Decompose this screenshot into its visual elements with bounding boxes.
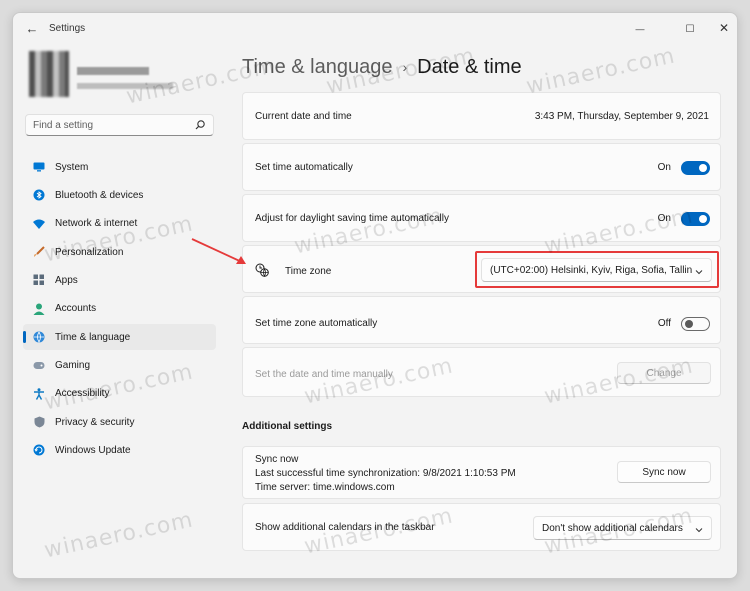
sync-now-title: Sync now bbox=[255, 454, 299, 465]
brush-icon bbox=[33, 246, 45, 258]
maximize-icon: ☐ bbox=[685, 24, 695, 35]
monitor-icon bbox=[33, 161, 45, 173]
set-time-automatically-state: On bbox=[657, 162, 671, 173]
back-button[interactable]: ← bbox=[23, 21, 41, 37]
sidebar-item-system[interactable]: System bbox=[23, 154, 216, 180]
set-time-automatically-card: Set time automatically On bbox=[242, 143, 721, 191]
sidebar-item-label: Gaming bbox=[55, 359, 91, 371]
additional-calendars-label: Show additional calendars in the taskbar bbox=[255, 522, 435, 533]
sidebar-item-network[interactable]: Network & internet bbox=[23, 211, 216, 237]
daylight-saving-toggle[interactable] bbox=[681, 212, 710, 226]
time-zone-icon bbox=[255, 263, 269, 282]
app-title: Settings bbox=[49, 23, 86, 34]
sidebar-item-windows-update[interactable]: Windows Update bbox=[23, 437, 216, 463]
search-box[interactable] bbox=[25, 114, 214, 136]
person-icon bbox=[33, 303, 45, 315]
sidebar-item-label: Accounts bbox=[55, 303, 97, 315]
sidebar-item-label: Network & internet bbox=[55, 218, 138, 230]
sidebar-item-label: Apps bbox=[55, 274, 78, 286]
sidebar-item-time-language[interactable]: Time & language bbox=[23, 324, 216, 351]
close-button[interactable]: ✕ bbox=[709, 17, 737, 39]
maximize-button[interactable]: ☐ bbox=[675, 17, 705, 39]
profile-name-blurred bbox=[77, 67, 149, 75]
annotation-arrow-icon bbox=[188, 235, 252, 274]
breadcrumb-separator: › bbox=[402, 59, 408, 75]
current-datetime-label: Current date and time bbox=[255, 111, 352, 122]
additional-calendars-card: Show additional calendars in the taskbar… bbox=[242, 503, 721, 551]
sidebar-item-label: System bbox=[55, 161, 89, 173]
page-title: Date & time bbox=[417, 55, 522, 78]
sidebar-item-privacy[interactable]: Privacy & security bbox=[23, 409, 216, 435]
sidebar-item-label: Time & language bbox=[55, 331, 131, 343]
sidebar-item-label: Privacy & security bbox=[55, 416, 135, 428]
sidebar-item-gaming[interactable]: Gaming bbox=[23, 352, 216, 378]
avatar[interactable] bbox=[29, 51, 69, 97]
minimize-icon: — bbox=[635, 24, 645, 34]
globe-clock-icon bbox=[33, 331, 45, 343]
additional-settings-heading: Additional settings bbox=[242, 421, 332, 432]
change-button[interactable]: Change bbox=[617, 362, 711, 384]
additional-calendars-value: Don't show additional calendars bbox=[542, 522, 683, 534]
set-time-zone-automatically-state: Off bbox=[657, 318, 671, 329]
time-server-text: Time server: time.windows.com bbox=[255, 482, 395, 493]
gamepad-icon bbox=[33, 359, 45, 371]
settings-window: ← Settings — ☐ ✕ System Bluetooth & devi… bbox=[12, 12, 738, 579]
sync-now-button[interactable]: Sync now bbox=[617, 461, 711, 483]
watermark: winaero.com bbox=[42, 507, 196, 564]
set-manually-card: Set the date and time manually Change bbox=[242, 347, 721, 397]
search-icon[interactable] bbox=[194, 118, 206, 136]
daylight-saving-state: On bbox=[657, 213, 671, 224]
update-icon bbox=[33, 444, 45, 456]
close-icon: ✕ bbox=[718, 21, 730, 35]
breadcrumb: Time & language › Date & time bbox=[242, 53, 522, 81]
profile-email-blurred bbox=[77, 83, 173, 89]
set-manually-label: Set the date and time manually bbox=[255, 369, 393, 380]
apps-icon bbox=[33, 274, 45, 286]
set-time-zone-automatically-toggle[interactable] bbox=[681, 317, 710, 331]
set-time-zone-automatically-card: Set time zone automatically Off bbox=[242, 296, 721, 344]
bluetooth-icon bbox=[33, 189, 45, 201]
title-bar: ← Settings — ☐ ✕ bbox=[13, 13, 737, 45]
sidebar-item-label: Personalization bbox=[55, 246, 124, 258]
minimize-button[interactable]: — bbox=[625, 17, 655, 39]
sidebar-item-accounts[interactable]: Accounts bbox=[23, 296, 216, 322]
set-time-zone-automatically-label: Set time zone automatically bbox=[255, 318, 378, 329]
daylight-saving-card: Adjust for daylight saving time automati… bbox=[242, 194, 721, 242]
set-time-automatically-label: Set time automatically bbox=[255, 162, 353, 173]
sidebar-item-accessibility[interactable]: Accessibility bbox=[23, 381, 216, 407]
daylight-saving-label: Adjust for daylight saving time automati… bbox=[255, 213, 449, 224]
set-time-automatically-toggle[interactable] bbox=[681, 161, 710, 175]
shield-icon bbox=[33, 416, 45, 428]
sidebar-item-label: Windows Update bbox=[55, 444, 131, 456]
current-datetime-card: Current date and time 3:43 PM, Thursday,… bbox=[242, 92, 721, 140]
chevron-down-icon bbox=[695, 525, 703, 536]
wifi-icon bbox=[33, 218, 45, 230]
accessibility-icon bbox=[33, 387, 45, 400]
time-zone-highlight-box bbox=[475, 251, 719, 288]
search-input[interactable] bbox=[26, 115, 186, 136]
breadcrumb-parent[interactable]: Time & language bbox=[242, 56, 392, 79]
time-zone-label: Time zone bbox=[285, 266, 332, 277]
sync-now-card: Sync now Last successful time synchroniz… bbox=[242, 446, 721, 499]
sidebar-item-bluetooth[interactable]: Bluetooth & devices bbox=[23, 182, 216, 208]
last-sync-text: Last successful time synchronization: 9/… bbox=[255, 468, 516, 479]
sidebar-item-label: Accessibility bbox=[55, 388, 110, 400]
sidebar-nav: System Bluetooth & devices Network & int… bbox=[23, 154, 216, 466]
sidebar-item-label: Bluetooth & devices bbox=[55, 189, 144, 201]
current-datetime-value: 3:43 PM, Thursday, September 9, 2021 bbox=[534, 111, 709, 122]
additional-calendars-dropdown[interactable]: Don't show additional calendars bbox=[533, 516, 712, 540]
